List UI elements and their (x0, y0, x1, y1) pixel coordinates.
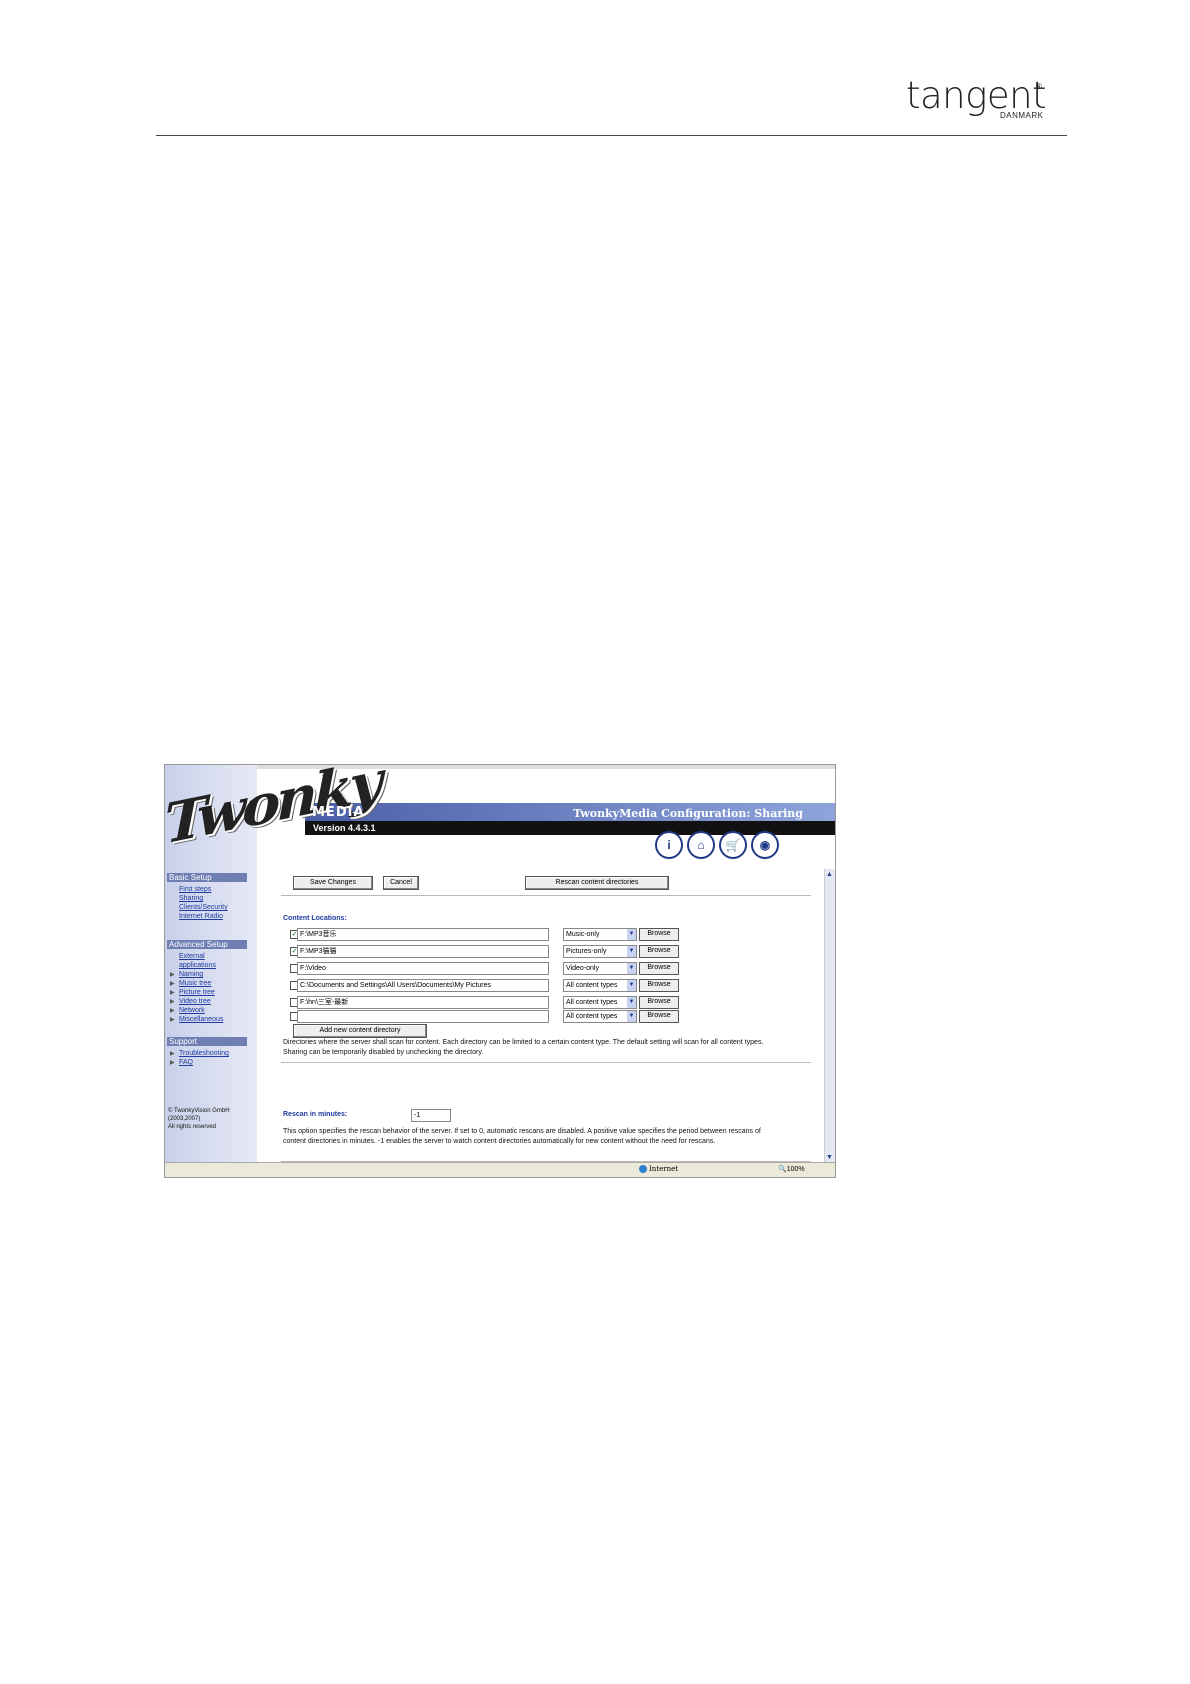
chevron-down-icon: ▼ (627, 963, 636, 974)
config-title: TwonkyMedia Configuration: Sharing (573, 807, 803, 820)
version-label: Version 4.4.3.1 (313, 823, 376, 833)
content-type-select[interactable]: All content types ▼ (563, 1010, 637, 1023)
sidebar-link-faq[interactable]: FAQ (179, 1058, 193, 1067)
scroll-up-icon[interactable]: ▲ (826, 871, 833, 878)
sidebar-link-music-tree[interactable]: Music tree (179, 979, 211, 988)
browse-button[interactable]: Browse (639, 945, 679, 958)
directory-path-input[interactable]: F:\Video (297, 962, 549, 975)
tangent-logo: tangent ® DANMARK (906, 74, 1047, 128)
content-type-value: All content types (566, 982, 618, 989)
content-type-value: Video-only (566, 965, 599, 972)
chevron-down-icon: ▼ (627, 946, 636, 957)
divider (281, 895, 811, 896)
info-icon[interactable]: i (655, 831, 683, 859)
scroll-down-icon[interactable]: ▼ (826, 1154, 833, 1161)
sidebar-link-misc[interactable]: Miscellaneous (179, 1015, 223, 1024)
content-type-select[interactable]: Video-only ▼ (563, 962, 637, 975)
content-type-value: All content types (566, 999, 618, 1006)
chevron-down-icon: ▼ (627, 1011, 636, 1022)
zoom-level[interactable]: 🔍100% (778, 1165, 805, 1173)
zoom-value: 100% (786, 1166, 805, 1173)
content-type-select[interactable]: All content types ▼ (563, 996, 637, 1009)
chevron-right-icon: ▶ (170, 972, 175, 978)
add-directory-button[interactable]: Add new content directory (293, 1024, 427, 1038)
content-type-value: Music-only (566, 931, 600, 938)
vertical-scrollbar[interactable]: ▲ ▼ (824, 869, 835, 1163)
directory-path-input[interactable]: F:\MP3猫猫 (297, 945, 549, 958)
eye-icon[interactable]: ◉ (751, 831, 779, 859)
browse-button[interactable]: Browse (639, 962, 679, 975)
rescan-button[interactable]: Rescan content directories (525, 876, 669, 890)
rescan-description: This option specifies the rescan behavio… (283, 1128, 761, 1145)
copyright: © TwonkyVision GmbH (2003,2007) All righ… (168, 1107, 230, 1131)
content-locations-label: Content Locations: (283, 915, 347, 922)
header-rule (156, 135, 1067, 136)
content-type-select[interactable]: Music-only ▼ (563, 928, 637, 941)
save-changes-button[interactable]: Save Changes (293, 876, 373, 890)
sidebar-link-picture-tree[interactable]: Picture tree (179, 988, 215, 997)
content-locations-description: Directories where the server shall scan … (283, 1039, 764, 1056)
sidebar-link-video-tree[interactable]: Video tree (179, 997, 211, 1006)
browse-button[interactable]: Browse (639, 996, 679, 1009)
copyright-line: All rights reserved (168, 1124, 217, 1130)
chevron-right-icon: ▶ (170, 1008, 175, 1014)
brand-subtitle: DANMARK (1000, 111, 1044, 120)
sidebar-link-network[interactable]: Network (179, 1006, 205, 1015)
twonky-screenshot: Twonky MEDIA Version 4.4.3.1 TwonkyMedia… (164, 764, 836, 1178)
browse-button[interactable]: Browse (639, 1010, 679, 1023)
content-type-value: All content types (566, 1013, 618, 1020)
chevron-right-icon: ▶ (170, 981, 175, 987)
zone-indicator: Internet (639, 1165, 678, 1173)
chevron-down-icon: ▼ (627, 997, 636, 1008)
cancel-button[interactable]: Cancel (383, 876, 419, 890)
window-top-strip (165, 765, 835, 769)
chevron-right-icon: ▶ (170, 990, 175, 996)
sidebar-heading-advanced: Advanced Setup (167, 940, 247, 949)
globe-icon (639, 1165, 647, 1173)
home-icon[interactable]: ⌂ (687, 831, 715, 859)
divider (281, 1062, 811, 1063)
sidebar-link-clients[interactable]: Clients/Security (179, 903, 228, 912)
magnifier-icon: 🔍 (778, 1166, 787, 1173)
copyright-line: © TwonkyVision GmbH (168, 1108, 230, 1114)
sidebar-link-naming[interactable]: Naming (179, 970, 203, 979)
sidebar-heading-basic: Basic Setup (167, 873, 247, 882)
status-bar: Internet 🔍100% (165, 1162, 835, 1177)
browse-button[interactable]: Browse (639, 979, 679, 992)
copyright-line: (2003,2007) (168, 1116, 201, 1122)
content-type-select[interactable]: Pictures-only ▼ (563, 945, 637, 958)
sidebar-link-radio[interactable]: Internet Radio (179, 912, 223, 921)
zone-label: Internet (649, 1165, 679, 1173)
sidebar-link-first-steps[interactable]: First steps (179, 885, 211, 894)
directory-path-input[interactable]: F:\hn\三室-最新 (297, 996, 549, 1009)
cart-icon[interactable]: 🛒 (719, 831, 747, 859)
media-label: MEDIA (312, 805, 365, 820)
sidebar-link-external[interactable]: External (179, 952, 205, 961)
chevron-right-icon: ▶ (170, 1051, 175, 1057)
chevron-right-icon: ▶ (170, 1060, 175, 1066)
content-type-select[interactable]: All content types ▼ (563, 979, 637, 992)
sidebar-link-troubleshooting[interactable]: Troubleshooting (179, 1049, 229, 1058)
directory-path-input[interactable]: C:\Documents and Settings\All Users\Docu… (297, 979, 549, 992)
chevron-right-icon: ▶ (170, 999, 175, 1005)
directory-path-input[interactable] (297, 1010, 549, 1023)
sidebar-heading-support: Support (167, 1037, 247, 1046)
rescan-minutes-input[interactable]: -1 (411, 1109, 451, 1122)
chevron-right-icon: ▶ (170, 1017, 175, 1023)
content-type-value: Pictures-only (566, 948, 607, 955)
rescan-label: Rescan in minutes: (283, 1111, 348, 1118)
sidebar-link-applications[interactable]: applications (179, 961, 216, 970)
chevron-down-icon: ▼ (627, 929, 636, 940)
browse-button[interactable]: Browse (639, 928, 679, 941)
registered-mark: ® (1036, 82, 1042, 91)
sidebar-link-sharing[interactable]: Sharing (179, 894, 203, 903)
chevron-down-icon: ▼ (627, 980, 636, 991)
directory-path-input[interactable]: F:\MP3音乐 (297, 928, 549, 941)
